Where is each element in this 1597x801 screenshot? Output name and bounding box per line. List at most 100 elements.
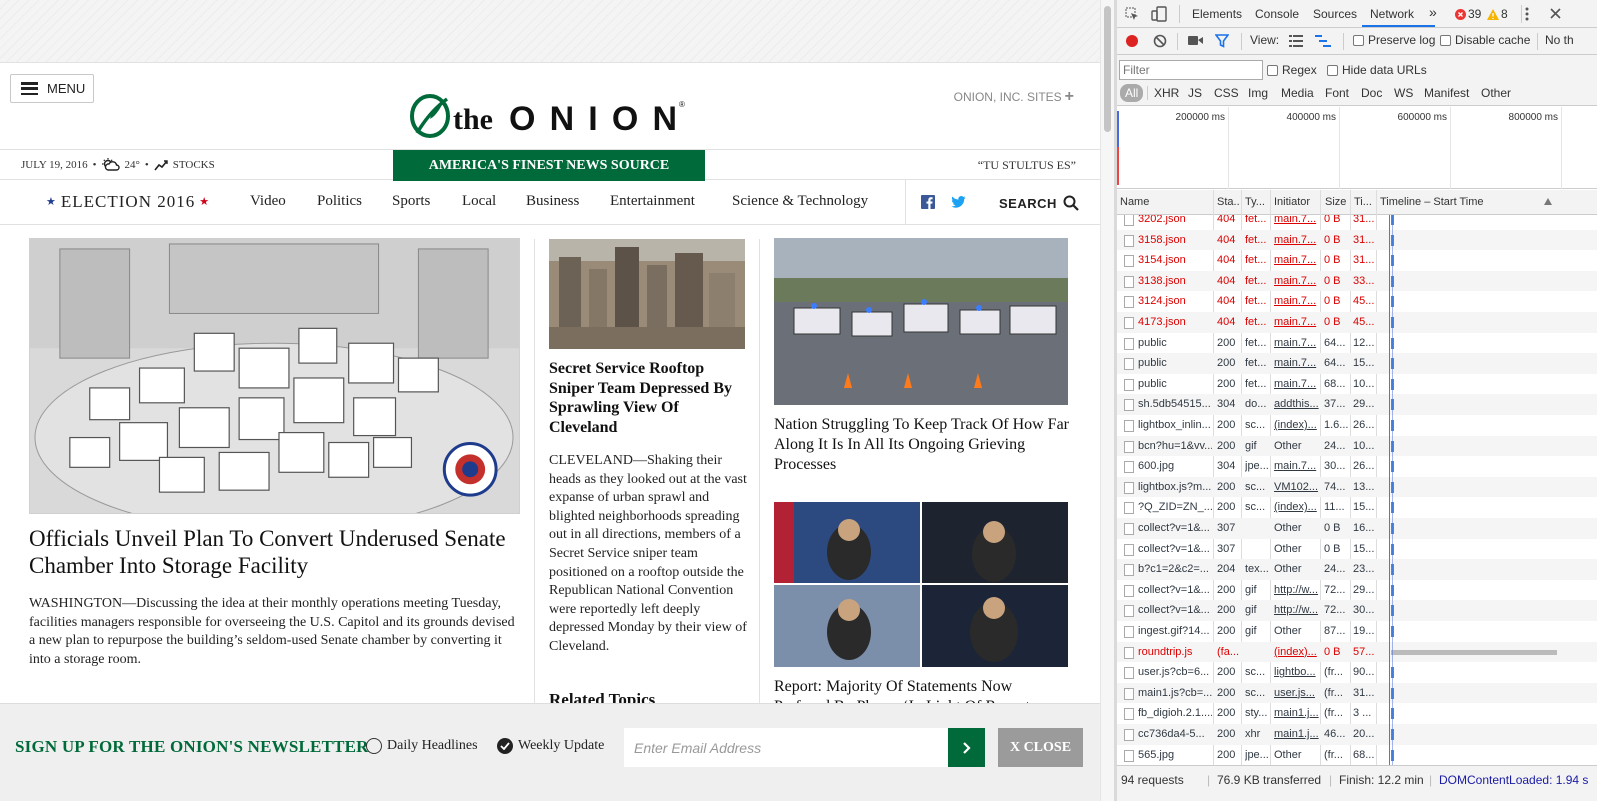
screenshot-camera-icon[interactable]: [1188, 35, 1203, 46]
request-initiator[interactable]: lightbo...: [1274, 662, 1319, 682]
search-button[interactable]: SEARCH: [999, 195, 1079, 211]
type-filter-other[interactable]: Other: [1481, 86, 1511, 100]
type-filter-img[interactable]: Img: [1248, 86, 1268, 100]
right-story-1-headline[interactable]: Nation Struggling To Keep Track Of How F…: [774, 415, 1070, 475]
stocks-link[interactable]: STOCKS: [173, 159, 215, 171]
request-row[interactable]: collect?v=1&... 200 gif http://w... 72... 30.…: [1117, 600, 1597, 621]
request-initiator[interactable]: Other: [1274, 621, 1319, 641]
column-header-status[interactable]: Sta..: [1217, 196, 1240, 208]
inspect-element-icon[interactable]: [1125, 7, 1139, 21]
tab-elements[interactable]: Elements: [1192, 7, 1242, 21]
police-street-photo[interactable]: [774, 238, 1068, 405]
preserve-log-checkbox[interactable]: Preserve log: [1353, 33, 1435, 47]
daily-headlines-radio[interactable]: Daily Headlines: [366, 738, 478, 754]
request-initiator[interactable]: main.7...: [1274, 374, 1319, 394]
request-initiator[interactable]: user.js...: [1274, 683, 1319, 703]
request-initiator[interactable]: main.7...: [1274, 271, 1319, 291]
request-row[interactable]: 600.jpg 304 jpe... main.7... 30... 26...: [1117, 456, 1597, 477]
type-filter-manifest[interactable]: Manifest: [1424, 86, 1469, 100]
request-initiator[interactable]: main1.j...: [1274, 703, 1319, 723]
record-icon[interactable]: [1125, 34, 1139, 48]
senate-storage-illustration[interactable]: [29, 238, 520, 514]
request-initiator[interactable]: VM102...: [1274, 477, 1319, 497]
column-header-size[interactable]: Size: [1325, 196, 1346, 208]
sort-ascending-icon[interactable]: [1544, 198, 1552, 205]
nav-video[interactable]: Video: [250, 193, 286, 210]
filter-input[interactable]: [1119, 60, 1263, 80]
nav-science-technology[interactable]: Science & Technology: [732, 193, 868, 210]
column-header-type[interactable]: Ty...: [1245, 196, 1265, 208]
type-filter-css[interactable]: CSS: [1214, 86, 1239, 100]
email-input[interactable]: [624, 728, 948, 767]
request-row[interactable]: 3158.json 404 fet... main.7... 0 B 31...: [1117, 229, 1597, 251]
request-row[interactable]: public 200 fet... main.7... 64... 12...: [1117, 333, 1597, 354]
request-row[interactable]: 3124.json 404 fet... main.7... 0 B 45...: [1117, 291, 1597, 312]
weekly-update-radio[interactable]: Weekly Update: [497, 738, 604, 754]
request-row[interactable]: lightbox_inlin... 200 sc... (index)... 1.6..…: [1117, 415, 1597, 436]
request-list[interactable]: 3202.json 404 fet... main.7... 0 B 31... 3158.…: [1117, 215, 1597, 765]
hide-data-urls-checkbox[interactable]: Hide data URLs: [1327, 63, 1427, 77]
kebab-menu-icon[interactable]: [1525, 7, 1529, 21]
request-row[interactable]: 565.jpg 200 jpe... Other (fr... 68...: [1117, 745, 1597, 765]
request-initiator[interactable]: main.7...: [1274, 291, 1319, 311]
scrollbar-thumb[interactable]: [1104, 6, 1111, 132]
request-row[interactable]: cc736da4-5... 200 xhr main1.j... 46... 20...: [1117, 724, 1597, 745]
network-overview-timeline[interactable]: 200000 ms 400000 ms 600000 ms 800000 ms: [1117, 107, 1597, 189]
disable-cache-checkbox[interactable]: Disable cache: [1440, 33, 1530, 47]
more-tabs-button[interactable]: »: [1429, 4, 1437, 20]
request-row[interactable]: roundtrip.js (fa... (index)... 0 B 57...: [1117, 641, 1597, 663]
tab-console[interactable]: Console: [1255, 7, 1299, 21]
request-row[interactable]: lightbox.js?m... 200 sc... VM102... 74... 13.…: [1117, 476, 1597, 498]
request-row[interactable]: main1.js?cb=... 200 sc... user.js... (fr... 3…: [1117, 682, 1597, 704]
request-row[interactable]: 3154.json 404 fet... main.7... 0 B 31...: [1117, 250, 1597, 271]
request-initiator[interactable]: main.7...: [1274, 215, 1319, 229]
request-initiator[interactable]: main.7...: [1274, 353, 1319, 373]
request-initiator[interactable]: (index)...: [1274, 415, 1319, 435]
request-initiator[interactable]: Other: [1274, 539, 1319, 559]
page-scrollbar[interactable]: [1100, 0, 1114, 801]
request-row[interactable]: ingest.gif?14... 200 gif Other 87... 19...: [1117, 621, 1597, 642]
type-filter-xhr[interactable]: XHR: [1154, 86, 1179, 100]
request-initiator[interactable]: main.7...: [1274, 250, 1319, 270]
request-initiator[interactable]: main1.j...: [1274, 724, 1319, 744]
request-initiator[interactable]: http://w...: [1274, 600, 1319, 620]
request-row[interactable]: public 200 fet... main.7... 68... 10...: [1117, 374, 1597, 395]
request-row[interactable]: 4173.json 404 fet... main.7... 0 B 45...: [1117, 312, 1597, 333]
nav-sports[interactable]: Sports: [392, 193, 430, 210]
submit-email-button[interactable]: [948, 728, 985, 767]
request-initiator[interactable]: http://w...: [1274, 580, 1319, 600]
error-count[interactable]: 39: [1455, 7, 1481, 21]
request-row[interactable]: collect?v=1&... 200 gif http://w... 72... 29.…: [1117, 580, 1597, 601]
request-initiator[interactable]: main.7...: [1274, 230, 1319, 250]
menu-button[interactable]: MENU: [10, 74, 94, 103]
nav-business[interactable]: Business: [526, 193, 579, 210]
request-row[interactable]: bcn?hu=1&vv... 200 gif Other 24... 10...: [1117, 435, 1597, 457]
throttling-select[interactable]: No th: [1545, 33, 1574, 47]
request-initiator[interactable]: main.7...: [1274, 312, 1319, 332]
large-rows-icon[interactable]: [1289, 35, 1303, 47]
type-filter-all[interactable]: All: [1120, 84, 1144, 102]
request-row[interactable]: collect?v=1&... 307 Other 0 B 16...: [1117, 518, 1597, 539]
the-onion-logo[interactable]: the ONION ®: [409, 93, 699, 139]
request-row[interactable]: public 200 fet... main.7... 64... 15...: [1117, 353, 1597, 374]
column-header-initiator[interactable]: Initiator: [1274, 196, 1310, 208]
request-initiator[interactable]: Other: [1274, 436, 1319, 456]
main-story-headline[interactable]: Officials Unveil Plan To Convert Underus…: [29, 525, 521, 579]
request-initiator[interactable]: main.7...: [1274, 333, 1319, 353]
request-row[interactable]: fb_digioh.2.1.... 200 sty... main1.j... (fr.…: [1117, 703, 1597, 724]
column-header-timeline[interactable]: Timeline – Start Time: [1380, 196, 1484, 208]
tab-sources[interactable]: Sources: [1313, 7, 1357, 21]
cleveland-aerial-photo[interactable]: [549, 239, 745, 349]
tab-network[interactable]: Network: [1370, 7, 1414, 21]
request-row[interactable]: ?Q_ZID=ZN_... 200 sc... (index)... 11... 15..…: [1117, 497, 1597, 518]
request-initiator[interactable]: main.7...: [1274, 456, 1319, 476]
request-row[interactable]: sh.5db54515... 304 do... addthis... 37... 29.…: [1117, 394, 1597, 415]
nav-entertainment[interactable]: Entertainment: [610, 193, 695, 210]
request-initiator[interactable]: addthis...: [1274, 394, 1319, 414]
device-toolbar-icon[interactable]: [1151, 6, 1167, 22]
request-row[interactable]: 3202.json 404 fet... main.7... 0 B 31...: [1117, 215, 1597, 230]
onion-sites-link[interactable]: ONION, INC. SITES +: [954, 88, 1074, 106]
clear-icon[interactable]: [1153, 34, 1167, 48]
type-filter-doc[interactable]: Doc: [1361, 86, 1382, 100]
request-row[interactable]: 3138.json 404 fet... main.7... 0 B 33...: [1117, 270, 1597, 292]
